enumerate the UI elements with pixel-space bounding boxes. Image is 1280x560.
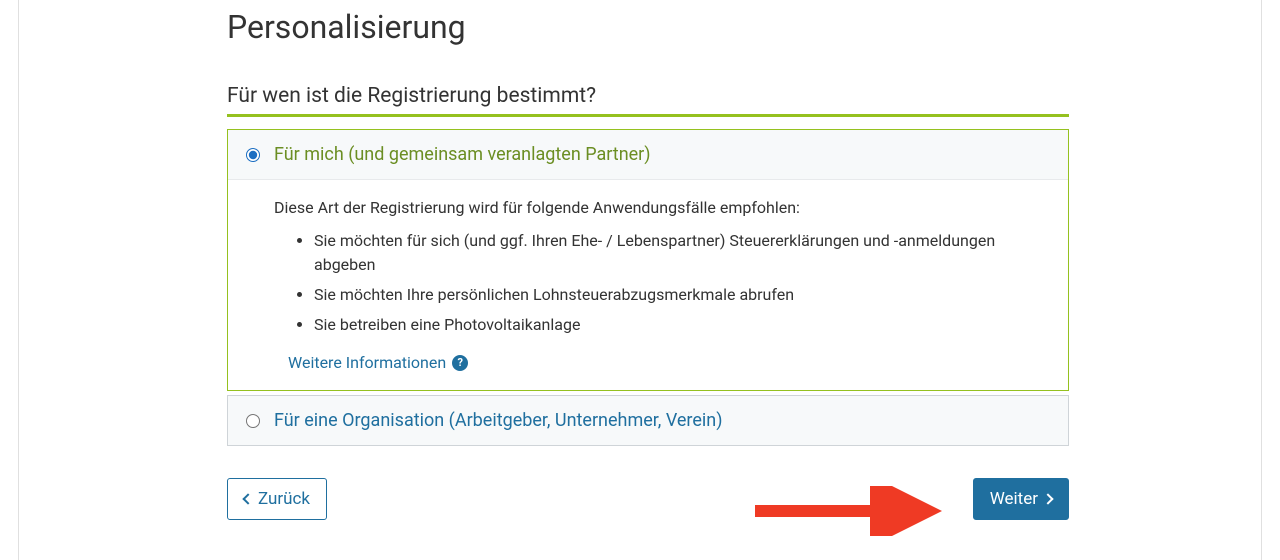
option-card-self: Für mich (und gemeinsam veranlagten Part… [227,129,1069,391]
button-row: Zurück Weiter [227,478,1069,520]
more-info-label: Weitere Informationen [288,353,446,372]
list-item: Sie möchten Ihre persönlichen Lohnsteuer… [314,283,1050,307]
back-button-label: Zurück [258,489,310,509]
section-heading: Für wen ist die Registrierung bestimmt? [227,84,1069,117]
question-circle-icon: ? [452,355,468,371]
radio-org[interactable] [246,414,260,428]
option-body-self: Diese Art der Registrierung wird für fol… [228,179,1068,390]
next-button[interactable]: Weiter [973,478,1069,520]
more-info-link[interactable]: Weitere Informationen ? [288,353,468,372]
radio-self[interactable] [246,148,260,162]
chevron-right-icon [1042,493,1053,504]
list-item: Sie möchten für sich (und ggf. Ihren Ehe… [314,229,1050,277]
page-heading: Personalisierung [227,8,1069,46]
option-header-self[interactable]: Für mich (und gemeinsam veranlagten Part… [228,130,1068,179]
page-container: Personalisierung Für wen ist die Registr… [18,0,1262,560]
option-card-org: Für eine Organisation (Arbeitgeber, Unte… [227,395,1069,446]
option-intro: Diese Art der Registrierung wird für fol… [274,198,1050,217]
option-label-org: Für eine Organisation (Arbeitgeber, Unte… [274,410,723,431]
next-button-label: Weiter [990,489,1038,509]
option-label-self: Für mich (und gemeinsam veranlagten Part… [274,144,651,165]
chevron-left-icon [242,493,253,504]
back-button[interactable]: Zurück [227,478,327,520]
content-area: Personalisierung Für wen ist die Registr… [227,0,1069,520]
registration-option-group: Für mich (und gemeinsam veranlagten Part… [227,129,1069,446]
list-item: Sie betreiben eine Photovoltaikanlage [314,313,1050,337]
option-bullet-list: Sie möchten für sich (und ggf. Ihren Ehe… [274,229,1050,337]
option-header-org[interactable]: Für eine Organisation (Arbeitgeber, Unte… [228,396,1068,445]
